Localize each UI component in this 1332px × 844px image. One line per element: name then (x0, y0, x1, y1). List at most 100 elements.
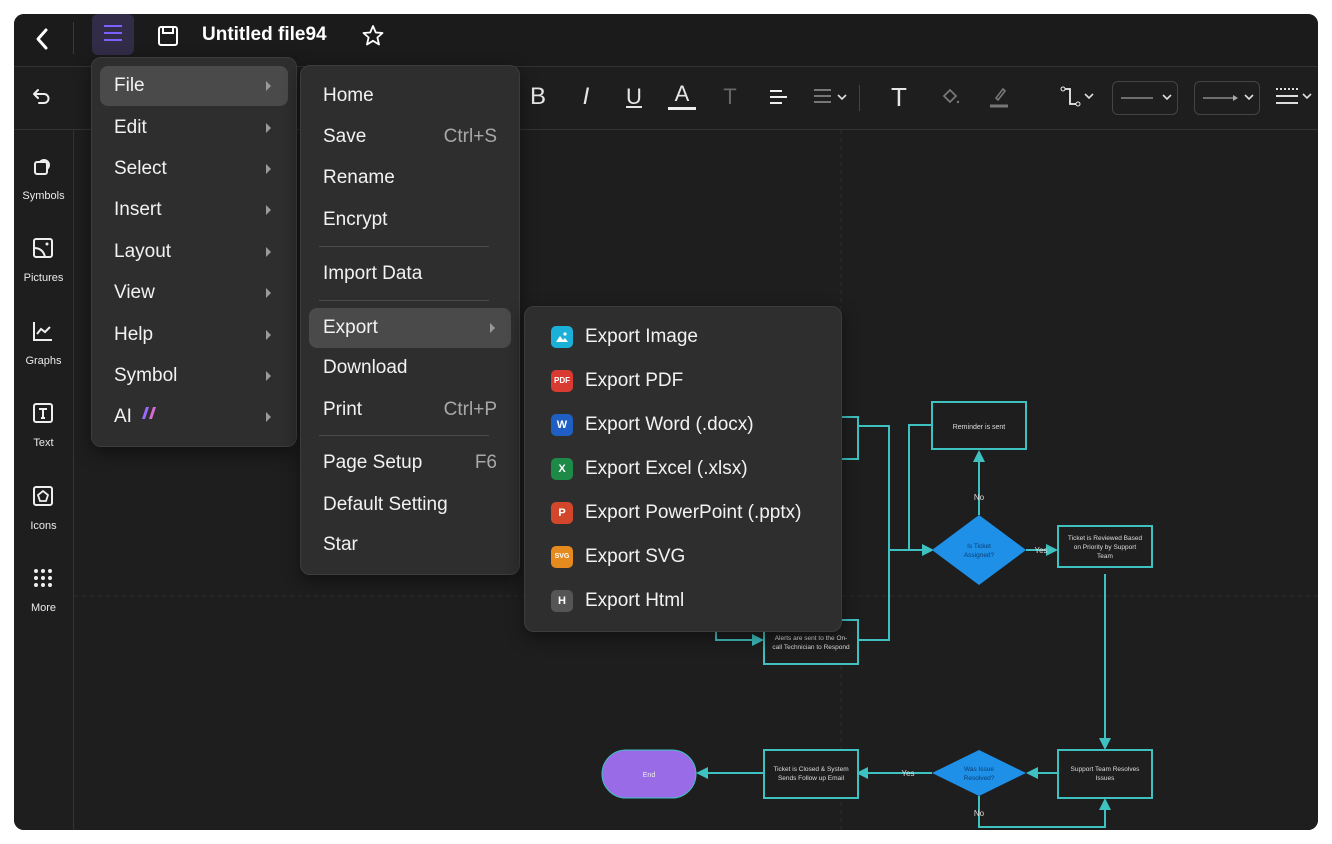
sidebar-item-more[interactable]: More (14, 560, 73, 624)
undo-icon (33, 89, 50, 104)
menu-item-export-powerpoint[interactable]: P Export PowerPoint (.pptx) (533, 493, 833, 533)
menu-item-star[interactable]: Star (309, 525, 511, 565)
text-icon (33, 403, 53, 423)
save-button[interactable] (154, 22, 182, 50)
menu-item-export[interactable]: Export (309, 308, 511, 348)
chevron-left-icon (36, 28, 48, 50)
flow-node-reviewed[interactable]: Ticket is Reviewed Based on Priority by … (1057, 525, 1153, 568)
sidebar-item-symbols[interactable]: Symbols (14, 148, 73, 212)
menu-item-export-image[interactable]: Export Image (533, 317, 833, 357)
menu-item-page-setup[interactable]: Page Setup F6 (309, 443, 511, 483)
menu-item-ai[interactable]: AI (100, 397, 288, 437)
text-style-button[interactable]: T (716, 81, 744, 113)
svg-text:Team: Team (1097, 553, 1113, 560)
menu-item-help[interactable]: Help (100, 315, 288, 355)
menu-item-export-svg[interactable]: SVG Export SVG (533, 537, 833, 577)
menu-item-import-data[interactable]: Import Data (309, 254, 511, 294)
sidebar-item-icons[interactable]: Icons (14, 478, 73, 542)
menu-item-rename[interactable]: Rename (309, 158, 511, 198)
menu-divider (319, 435, 489, 436)
arrow-style-preview (1203, 94, 1254, 101)
sidebar-label: Icons (30, 520, 57, 532)
divider (73, 22, 74, 54)
menu-item-save[interactable]: Save Ctrl+S (309, 117, 511, 157)
line-options-dropdown[interactable] (1274, 81, 1314, 113)
italic-button[interactable]: I (572, 81, 600, 113)
menu-item-export-pdf[interactable]: PDF Export PDF (533, 361, 833, 401)
svg-text:Issues: Issues (1096, 775, 1116, 782)
star-outline-icon (362, 25, 384, 46)
svg-text:End: End (643, 772, 656, 779)
line-color-button[interactable] (984, 81, 1014, 113)
line-style-preview (1121, 94, 1172, 101)
fill-button[interactable] (936, 81, 966, 113)
menu-item-default-setting[interactable]: Default Setting (309, 485, 511, 525)
star-button[interactable] (359, 22, 387, 50)
export-submenu: Export Image PDF Export PDF W Export Wor… (524, 306, 842, 632)
menu-item-export-excel[interactable]: X Export Excel (.xlsx) (533, 449, 833, 489)
main-menu-button[interactable] (92, 14, 134, 55)
svg-text:Ticket is Closed & System: Ticket is Closed & System (773, 766, 848, 773)
menu-item-export-html[interactable]: H Export Html (533, 581, 833, 621)
edge-label-yes: Yes (901, 769, 914, 778)
sidebar-item-graphs[interactable]: Graphs (14, 313, 73, 377)
svg-text:Reminder is sent: Reminder is sent (953, 424, 1006, 431)
underline-button[interactable]: U (620, 81, 648, 113)
undo-button[interactable] (26, 81, 56, 113)
floppy-disk-icon (158, 26, 178, 46)
flow-decision-assigned[interactable]: Is Ticket Assigned? (932, 515, 1026, 585)
menu-item-select[interactable]: Select (100, 149, 288, 189)
menu-item-encrypt[interactable]: Encrypt (309, 200, 511, 240)
sidebar-item-text[interactable]: Text (14, 395, 73, 459)
font-color-button[interactable]: A (668, 81, 696, 110)
svg-text:Support Team Resolves: Support Team Resolves (1071, 766, 1141, 773)
line-spacing-dropdown[interactable] (810, 81, 852, 113)
sidebar-label: Symbols (22, 190, 65, 202)
menu-item-layout[interactable]: Layout (100, 232, 288, 272)
flow-terminal-end[interactable]: End (601, 749, 697, 799)
menu-item-home[interactable]: Home (309, 76, 511, 116)
menu-item-insert[interactable]: Insert (100, 190, 288, 230)
paint-bucket-icon (942, 88, 960, 104)
word-file-icon: W (551, 414, 573, 436)
menu-item-symbol[interactable]: Symbol (100, 356, 288, 396)
menu-item-edit[interactable]: Edit (100, 108, 288, 148)
ai-sparkle-icon (142, 407, 156, 419)
back-button[interactable] (28, 24, 58, 54)
line-style-dropdown[interactable] (1112, 81, 1178, 115)
graphs-icon (33, 322, 52, 341)
svg-text:Alerts are sent to the On-: Alerts are sent to the On- (775, 635, 848, 642)
connector-icon (1060, 86, 1094, 107)
pictures-icon (33, 238, 53, 258)
arrow-style-dropdown[interactable] (1194, 81, 1260, 115)
menu-item-file[interactable]: File (100, 66, 288, 106)
line-options-icon (1276, 88, 1312, 104)
hamburger-menu-icon (104, 25, 122, 41)
app-window: Untitled file94 B I U A T T Symbols Pict… (14, 14, 1318, 830)
menu-item-view[interactable]: View (100, 273, 288, 313)
flow-node-resolves[interactable]: Support Team Resolves Issues (1057, 749, 1153, 799)
sidebar-label: More (30, 602, 57, 614)
flow-node-closed[interactable]: Ticket is Closed & System Sends Follow u… (763, 749, 859, 799)
bold-button[interactable]: B (524, 81, 552, 113)
menu-item-print[interactable]: Print Ctrl+P (309, 390, 511, 430)
svg-text:Resolved?: Resolved? (964, 775, 995, 782)
symbols-icon (34, 159, 50, 175)
pdf-file-icon: PDF (551, 370, 573, 392)
svg-text:call Technician to Respond: call Technician to Respond (772, 644, 850, 651)
menu-item-export-word[interactable]: W Export Word (.docx) (533, 405, 833, 445)
align-button[interactable] (764, 81, 792, 113)
svg-text:on Priority by Support: on Priority by Support (1074, 544, 1137, 551)
flow-node-reminder[interactable]: Reminder is sent (931, 401, 1027, 450)
menu-item-download[interactable]: Download (309, 348, 511, 388)
document-title[interactable]: Untitled file94 (202, 22, 327, 48)
html-file-icon: H (551, 590, 573, 612)
flow-decision-resolved[interactable]: Was Issue Resolved? (932, 750, 1026, 796)
menu-divider (319, 300, 489, 301)
toolbar-divider (859, 85, 860, 111)
text-tool-button[interactable]: T (884, 81, 914, 113)
connector-dropdown[interactable] (1059, 81, 1099, 113)
menu-divider (319, 246, 489, 247)
sidebar-item-pictures[interactable]: Pictures (14, 230, 73, 294)
sidebar-label: Graphs (25, 355, 62, 367)
